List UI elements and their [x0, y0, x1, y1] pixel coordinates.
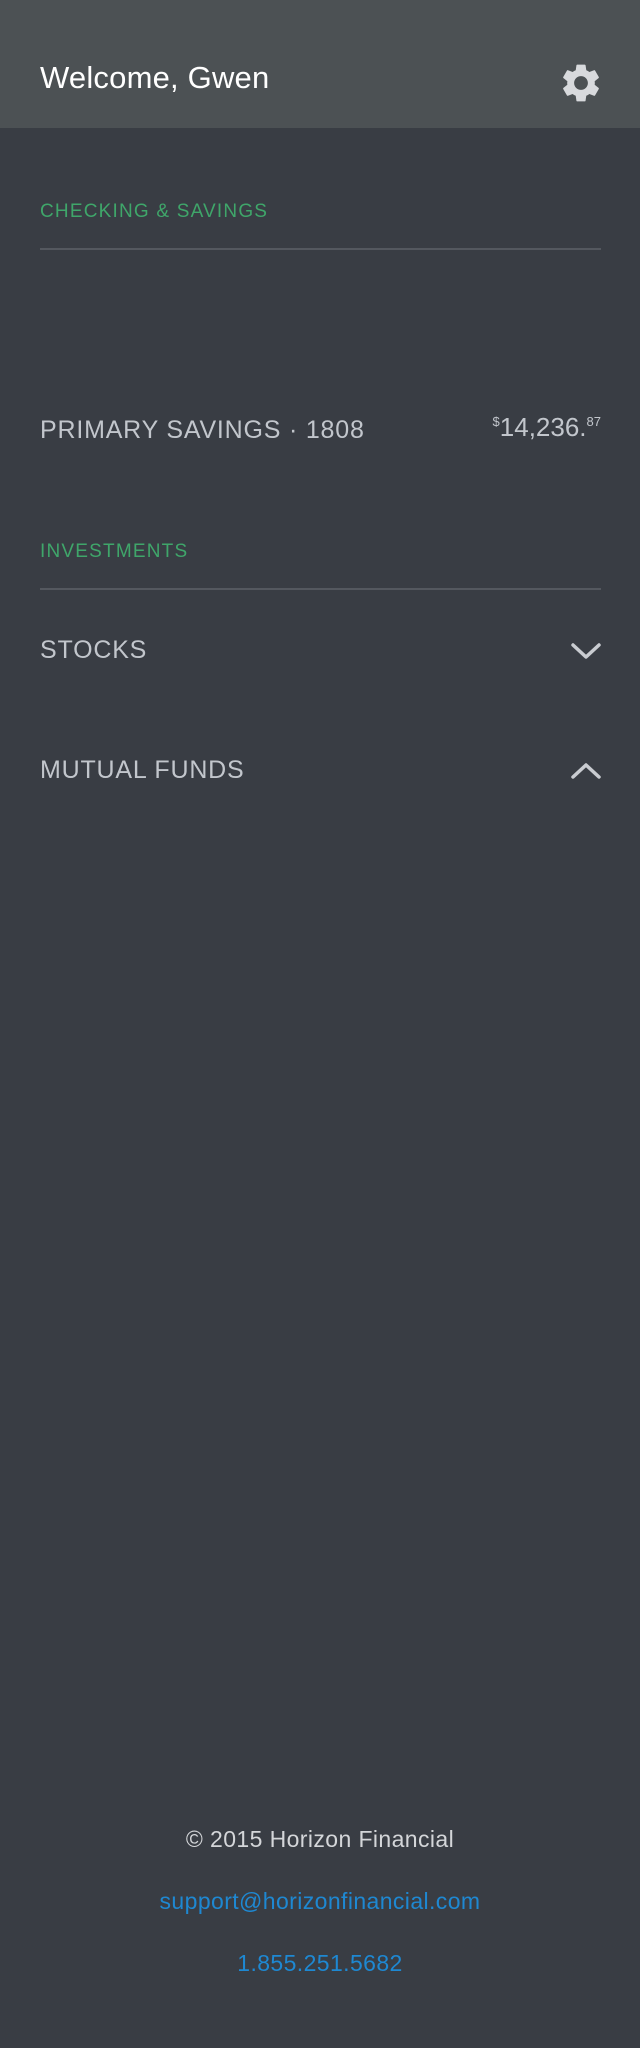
account-row-primary-savings[interactable]: PRIMARY SAVINGS · 1808 $14,236.87 — [40, 402, 601, 462]
chevron-down-icon[interactable] — [571, 636, 601, 666]
section-label-investments: INVESTMENTS — [40, 541, 189, 562]
chevron-up-icon[interactable] — [571, 756, 601, 786]
balance-cents: 87 — [586, 414, 601, 429]
support-phone-link[interactable]: 1.855.251.5682 — [0, 1950, 640, 1977]
support-email-link[interactable]: support@horizonfinancial.com — [0, 1888, 640, 1915]
divider — [40, 588, 601, 590]
balance-main: 14,236. — [499, 412, 587, 442]
section-label-checking-savings: CHECKING & SAVINGS — [40, 201, 269, 222]
currency-symbol: $ — [492, 414, 500, 429]
investment-label: STOCKS — [40, 636, 148, 664]
app-header: Welcome, Gwen — [0, 0, 640, 128]
investment-label: MUTUAL FUNDS — [40, 756, 245, 784]
divider — [40, 248, 601, 250]
copyright-text: © 2015 Horizon Financial — [185, 1826, 455, 1852]
investment-row-mutual-funds[interactable]: MUTUAL FUNDS — [40, 742, 601, 802]
account-name: PRIMARY SAVINGS · 1808 — [40, 416, 365, 444]
investment-row-stocks[interactable]: STOCKS — [40, 622, 601, 682]
welcome-title: Welcome, Gwen — [40, 60, 270, 95]
account-balance: $14,236.87 — [493, 412, 601, 443]
gear-icon[interactable] — [558, 60, 604, 106]
